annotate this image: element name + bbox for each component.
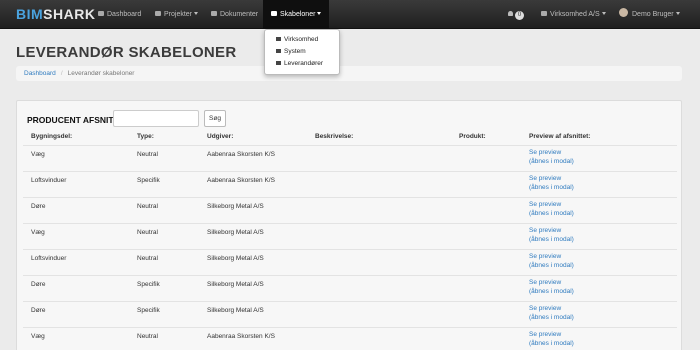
breadcrumb: Dashboard / Leverandør skabeloner xyxy=(16,66,682,81)
search-input[interactable] xyxy=(113,110,199,127)
skabeloner-dropdown: Virksomhed System Leverandører xyxy=(264,29,340,75)
building-icon xyxy=(541,11,547,16)
column-header-udgiver: Udgiver: xyxy=(207,133,234,140)
table-row: Døre Specifik Silkeborg Metal A/S Se previe… xyxy=(23,301,677,326)
caret-down-icon xyxy=(194,12,199,15)
cell-bygningsdel: Døre xyxy=(31,281,46,288)
preview-link[interactable]: Se preview xyxy=(529,149,561,156)
nav-item-projekter[interactable]: Projekter xyxy=(155,0,199,29)
home-icon xyxy=(276,37,281,41)
table-row: Loftsvinduer Specifik Aabenraa Skorsten K/… xyxy=(23,171,677,196)
notifications[interactable]: 0 xyxy=(508,0,524,29)
table-icon xyxy=(276,49,281,53)
cell-type: Neutral xyxy=(137,333,158,340)
bell-icon xyxy=(508,11,513,16)
cell-type: Specifik xyxy=(137,307,160,314)
cell-type: Neutral xyxy=(137,203,158,210)
avatar xyxy=(619,8,628,17)
nav-item-dashboard[interactable]: Dashboard xyxy=(98,0,141,29)
folder-icon xyxy=(211,11,217,16)
nav-item-dokumenter[interactable]: Dokumenter xyxy=(211,0,258,29)
table-row: Væg Neutral Silkeborg Metal A/S Se preview (… xyxy=(23,223,677,248)
breadcrumb-current: Leverandør skabeloner xyxy=(67,70,135,77)
column-header-preview: Preview af afsnittet: xyxy=(529,133,591,140)
cell-udgiver: Aabenraa Skorsten K/S xyxy=(207,333,275,340)
table-row: Væg Neutral Aabenraa Skorsten K/S Se previe… xyxy=(23,327,677,350)
preview-modal-link[interactable]: (åbnes i modal) xyxy=(529,262,574,269)
dropdown-item-leverandorer[interactable]: Leverandører xyxy=(265,58,339,70)
company-menu[interactable]: Virksomhed A/S xyxy=(541,0,606,29)
cell-udgiver: Silkeborg Metal A/S xyxy=(207,307,264,314)
table-row: Døre Specifik Silkeborg Metal A/S Se previe… xyxy=(23,275,677,300)
preview-modal-link[interactable]: (åbnes i modal) xyxy=(529,288,574,295)
cell-bygningsdel: Væg xyxy=(31,229,45,236)
preview-link[interactable]: Se preview xyxy=(529,279,561,286)
preview-modal-link[interactable]: (åbnes i modal) xyxy=(529,210,574,217)
cell-bygningsdel: Loftsvinduer xyxy=(31,255,67,262)
preview-modal-link[interactable]: (åbnes i modal) xyxy=(529,314,574,321)
preview-link[interactable]: Se preview xyxy=(529,227,561,234)
table-row: Væg Neutral Aabenraa Skorsten K/S Se previe… xyxy=(23,145,677,170)
caret-down-icon xyxy=(317,12,322,15)
folder-icon xyxy=(155,11,161,16)
column-header-type: Type: xyxy=(137,133,154,140)
dashboard-icon xyxy=(98,11,104,16)
column-header-produkt: Produkt: xyxy=(459,133,486,140)
table-row: Loftsvinduer Neutral Silkeborg Metal A/S Se… xyxy=(23,249,677,274)
preview-modal-link[interactable]: (åbnes i modal) xyxy=(529,184,574,191)
cell-type: Neutral xyxy=(137,255,158,262)
cell-type: Neutral xyxy=(137,229,158,236)
filter-label: PRODUCENT AFSNIT xyxy=(27,115,114,125)
cell-udgiver: Silkeborg Metal A/S xyxy=(207,229,264,236)
preview-link[interactable]: Se preview xyxy=(529,253,561,260)
cell-udgiver: Silkeborg Metal A/S xyxy=(207,255,264,262)
breadcrumb-separator: / xyxy=(60,70,63,77)
table-row: Døre Neutral Silkeborg Metal A/S Se preview… xyxy=(23,197,677,222)
cell-udgiver: Aabenraa Skorsten K/S xyxy=(207,177,275,184)
cell-type: Specifik xyxy=(137,281,160,288)
column-header-beskrivelse: Beskrivelse: xyxy=(315,133,354,140)
column-header-bygningsdel: Bygningsdel: xyxy=(31,133,73,140)
notification-badge: 0 xyxy=(515,11,524,20)
nav-item-skabeloner[interactable]: Skabeloner xyxy=(263,0,330,29)
search-button[interactable]: Søg xyxy=(204,110,226,127)
user-menu[interactable]: Demo Bruger xyxy=(619,0,680,29)
dropdown-item-virksomhed[interactable]: Virksomhed xyxy=(265,34,339,46)
dropdown-item-system[interactable]: System xyxy=(265,46,339,58)
cell-bygningsdel: Loftsvinduer xyxy=(31,177,67,184)
cell-bygningsdel: Væg xyxy=(31,333,45,340)
preview-link[interactable]: Se preview xyxy=(529,305,561,312)
preview-link[interactable]: Se preview xyxy=(529,175,561,182)
brand-logo[interactable]: BIMSHARK xyxy=(16,6,95,22)
top-navbar: BIMSHARK Dashboard Projekter Dokumenter … xyxy=(0,0,700,29)
caret-down-icon xyxy=(601,12,606,15)
document-icon xyxy=(271,11,277,16)
cell-bygningsdel: Væg xyxy=(31,151,45,158)
preview-modal-link[interactable]: (åbnes i modal) xyxy=(529,236,574,243)
cell-udgiver: Aabenraa Skorsten K/S xyxy=(207,151,275,158)
templates-panel: PRODUCENT AFSNIT Søg Bygningsdel: Type: … xyxy=(16,100,682,350)
cell-type: Specifik xyxy=(137,177,160,184)
caret-down-icon xyxy=(675,12,680,15)
page-title: LEVERANDØR SKABELONER xyxy=(16,44,237,61)
cell-bygningsdel: Døre xyxy=(31,307,46,314)
cell-udgiver: Silkeborg Metal A/S xyxy=(207,203,264,210)
preview-link[interactable]: Se preview xyxy=(529,201,561,208)
cell-type: Neutral xyxy=(137,151,158,158)
preview-modal-link[interactable]: (åbnes i modal) xyxy=(529,340,574,347)
cell-bygningsdel: Døre xyxy=(31,203,46,210)
breadcrumb-dashboard-link[interactable]: Dashboard xyxy=(24,70,56,77)
preview-modal-link[interactable]: (åbnes i modal) xyxy=(529,158,574,165)
truck-icon xyxy=(276,61,281,65)
cell-udgiver: Silkeborg Metal A/S xyxy=(207,281,264,288)
preview-link[interactable]: Se preview xyxy=(529,331,561,338)
